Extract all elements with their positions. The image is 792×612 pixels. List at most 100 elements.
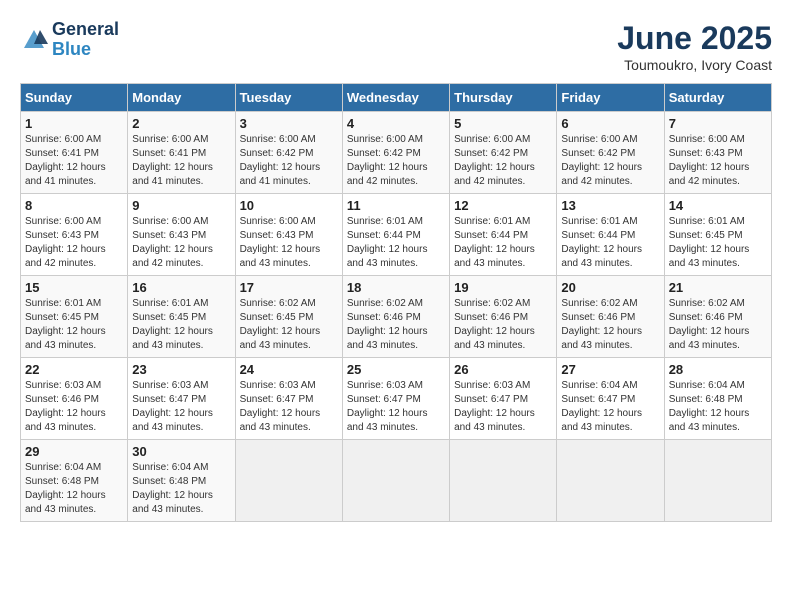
day-info: Sunrise: 6:00 AMSunset: 6:43 PMDaylight:… bbox=[132, 215, 230, 271]
calendar-cell: 27 Sunrise: 6:04 AMSunset: 6:47 PMDayligh… bbox=[557, 358, 664, 440]
day-number: 17 bbox=[240, 280, 338, 295]
day-number: 15 bbox=[25, 280, 123, 295]
col-saturday: Saturday bbox=[664, 84, 771, 112]
logo-icon bbox=[20, 26, 48, 54]
calendar-cell: 7Sunrise: 6:00 AMSunset: 6:43 PMDaylight… bbox=[664, 112, 771, 194]
day-number: 19 bbox=[454, 280, 552, 295]
day-number: 21 bbox=[669, 280, 767, 295]
col-monday: Monday bbox=[128, 84, 235, 112]
calendar-table: Sunday Monday Tuesday Wednesday Thursday… bbox=[20, 83, 772, 522]
day-info: Sunrise: 6:01 AMSunset: 6:44 PMDaylight:… bbox=[454, 215, 552, 271]
calendar-cell: 23 Sunrise: 6:03 AMSunset: 6:47 PMDayligh… bbox=[128, 358, 235, 440]
day-info: Sunrise: 6:00 AMSunset: 6:43 PMDaylight:… bbox=[240, 215, 338, 271]
day-number: 27 bbox=[561, 362, 659, 377]
calendar-cell: 8Sunrise: 6:00 AMSunset: 6:43 PMDaylight… bbox=[21, 194, 128, 276]
calendar-week-row: 8 Sunrise: 6:00 AMSunset: 6:43 PMDaylight… bbox=[21, 194, 772, 276]
day-info: Sunrise: 6:03 AMSunset: 6:47 PMDaylight:… bbox=[347, 379, 445, 435]
day-number: 16 bbox=[132, 280, 230, 295]
day-info: Sunrise: 6:04 AMSunset: 6:48 PMDaylight:… bbox=[669, 379, 767, 435]
logo: General Blue bbox=[20, 20, 119, 60]
day-info: Sunrise: 6:00 AMSunset: 6:42 PMDaylight:… bbox=[347, 133, 445, 189]
calendar-cell: 1 Sunrise: 6:00 AMSunset: 6:41 PMDaylight… bbox=[21, 112, 128, 194]
day-number: 11 bbox=[347, 198, 445, 213]
calendar-cell: 14 Sunrise: 6:01 AMSunset: 6:45 PMDayligh… bbox=[664, 194, 771, 276]
day-number: 24 bbox=[240, 362, 338, 377]
calendar-cell bbox=[450, 440, 557, 522]
calendar-cell: 24 Sunrise: 6:03 AMSunset: 6:47 PMDayligh… bbox=[235, 358, 342, 440]
calendar-cell: 9 Sunrise: 6:00 AMSunset: 6:43 PMDaylight… bbox=[128, 194, 235, 276]
day-info: Sunrise: 6:02 AMSunset: 6:46 PMDaylight:… bbox=[454, 297, 552, 353]
day-number: 26 bbox=[454, 362, 552, 377]
day-info: Sunrise: 6:04 AMSunset: 6:48 PMDaylight:… bbox=[132, 461, 230, 517]
day-info: Sunrise: 6:01 AMSunset: 6:45 PMDaylight:… bbox=[669, 215, 767, 271]
calendar-cell: 12 Sunrise: 6:01 AMSunset: 6:44 PMDayligh… bbox=[450, 194, 557, 276]
day-info: Sunrise: 6:04 AMSunset: 6:48 PMDaylight:… bbox=[25, 461, 123, 517]
calendar-cell bbox=[664, 440, 771, 522]
calendar-cell bbox=[235, 440, 342, 522]
header-row: Sunday Monday Tuesday Wednesday Thursday… bbox=[21, 84, 772, 112]
calendar-cell: 20 Sunrise: 6:02 AMSunset: 6:46 PMDayligh… bbox=[557, 276, 664, 358]
day-number: 25 bbox=[347, 362, 445, 377]
day-info: Sunrise: 6:01 AMSunset: 6:45 PMDaylight:… bbox=[132, 297, 230, 353]
day-number: 30 bbox=[132, 444, 230, 459]
day-info: Sunrise: 6:00 AMSunset: 6:41 PMDaylight:… bbox=[132, 133, 230, 189]
day-info: Sunrise: 6:01 AMSunset: 6:44 PMDaylight:… bbox=[561, 215, 659, 271]
calendar-cell: 4 Sunrise: 6:00 AMSunset: 6:42 PMDaylight… bbox=[342, 112, 449, 194]
calendar-cell: 26Sunrise: 6:03 AMSunset: 6:47 PMDayligh… bbox=[450, 358, 557, 440]
day-info: Sunrise: 6:02 AMSunset: 6:46 PMDaylight:… bbox=[347, 297, 445, 353]
calendar-week-row: 29 Sunrise: 6:04 AMSunset: 6:48 PMDayligh… bbox=[21, 440, 772, 522]
calendar-week-row: 1 Sunrise: 6:00 AMSunset: 6:41 PMDaylight… bbox=[21, 112, 772, 194]
page-header: General Blue June 2025 Toumoukro, Ivory … bbox=[20, 20, 772, 73]
calendar-cell: 17 Sunrise: 6:02 AMSunset: 6:45 PMDayligh… bbox=[235, 276, 342, 358]
col-tuesday: Tuesday bbox=[235, 84, 342, 112]
calendar-cell: 25 Sunrise: 6:03 AMSunset: 6:47 PMDayligh… bbox=[342, 358, 449, 440]
day-info: Sunrise: 6:04 AMSunset: 6:47 PMDaylight:… bbox=[561, 379, 659, 435]
calendar-header: Sunday Monday Tuesday Wednesday Thursday… bbox=[21, 84, 772, 112]
calendar-week-row: 15 Sunrise: 6:01 AMSunset: 6:45 PMDayligh… bbox=[21, 276, 772, 358]
calendar-cell: 16 Sunrise: 6:01 AMSunset: 6:45 PMDayligh… bbox=[128, 276, 235, 358]
day-number: 22 bbox=[25, 362, 123, 377]
day-info: Sunrise: 6:03 AMSunset: 6:47 PMDaylight:… bbox=[132, 379, 230, 435]
day-number: 20 bbox=[561, 280, 659, 295]
calendar-cell: 30 Sunrise: 6:04 AMSunset: 6:48 PMDayligh… bbox=[128, 440, 235, 522]
day-number: 13 bbox=[561, 198, 659, 213]
day-info: Sunrise: 6:02 AMSunset: 6:46 PMDaylight:… bbox=[669, 297, 767, 353]
calendar-cell: 5 Sunrise: 6:00 AMSunset: 6:42 PMDaylight… bbox=[450, 112, 557, 194]
calendar-body: 1 Sunrise: 6:00 AMSunset: 6:41 PMDaylight… bbox=[21, 112, 772, 522]
day-number: 23 bbox=[132, 362, 230, 377]
logo-text: General Blue bbox=[52, 20, 119, 60]
day-number: 5 bbox=[454, 116, 552, 131]
day-number: 12 bbox=[454, 198, 552, 213]
calendar-cell: 18 Sunrise: 6:02 AMSunset: 6:46 PMDayligh… bbox=[342, 276, 449, 358]
day-number: 8 bbox=[25, 198, 123, 213]
day-number: 10 bbox=[240, 198, 338, 213]
day-info: Sunrise: 6:02 AMSunset: 6:46 PMDaylight:… bbox=[561, 297, 659, 353]
col-friday: Friday bbox=[557, 84, 664, 112]
calendar-cell: 22Sunrise: 6:03 AMSunset: 6:46 PMDayligh… bbox=[21, 358, 128, 440]
day-info: Sunrise: 6:01 AMSunset: 6:45 PMDaylight:… bbox=[25, 297, 123, 353]
col-thursday: Thursday bbox=[450, 84, 557, 112]
day-number: 1 bbox=[25, 116, 123, 131]
day-number: 18 bbox=[347, 280, 445, 295]
col-sunday: Sunday bbox=[21, 84, 128, 112]
day-info: Sunrise: 6:02 AMSunset: 6:45 PMDaylight:… bbox=[240, 297, 338, 353]
day-info: Sunrise: 6:00 AMSunset: 6:42 PMDaylight:… bbox=[240, 133, 338, 189]
calendar-cell: 3Sunrise: 6:00 AMSunset: 6:42 PMDaylight… bbox=[235, 112, 342, 194]
day-number: 14 bbox=[669, 198, 767, 213]
day-number: 6 bbox=[561, 116, 659, 131]
calendar-cell: 28Sunrise: 6:04 AMSunset: 6:48 PMDayligh… bbox=[664, 358, 771, 440]
calendar-cell: 19 Sunrise: 6:02 AMSunset: 6:46 PMDayligh… bbox=[450, 276, 557, 358]
day-number: 29 bbox=[25, 444, 123, 459]
calendar-cell: 29 Sunrise: 6:04 AMSunset: 6:48 PMDayligh… bbox=[21, 440, 128, 522]
calendar-cell: 10 Sunrise: 6:00 AMSunset: 6:43 PMDayligh… bbox=[235, 194, 342, 276]
calendar-cell: 11Sunrise: 6:01 AMSunset: 6:44 PMDayligh… bbox=[342, 194, 449, 276]
calendar-cell: 2Sunrise: 6:00 AMSunset: 6:41 PMDaylight… bbox=[128, 112, 235, 194]
day-info: Sunrise: 6:00 AMSunset: 6:41 PMDaylight:… bbox=[25, 133, 123, 189]
calendar-cell: 13 Sunrise: 6:01 AMSunset: 6:44 PMDayligh… bbox=[557, 194, 664, 276]
day-info: Sunrise: 6:00 AMSunset: 6:42 PMDaylight:… bbox=[454, 133, 552, 189]
day-info: Sunrise: 6:03 AMSunset: 6:47 PMDaylight:… bbox=[240, 379, 338, 435]
day-number: 4 bbox=[347, 116, 445, 131]
calendar-cell: 6Sunrise: 6:00 AMSunset: 6:42 PMDaylight… bbox=[557, 112, 664, 194]
calendar-cell: 15 Sunrise: 6:01 AMSunset: 6:45 PMDayligh… bbox=[21, 276, 128, 358]
day-number: 9 bbox=[132, 198, 230, 213]
